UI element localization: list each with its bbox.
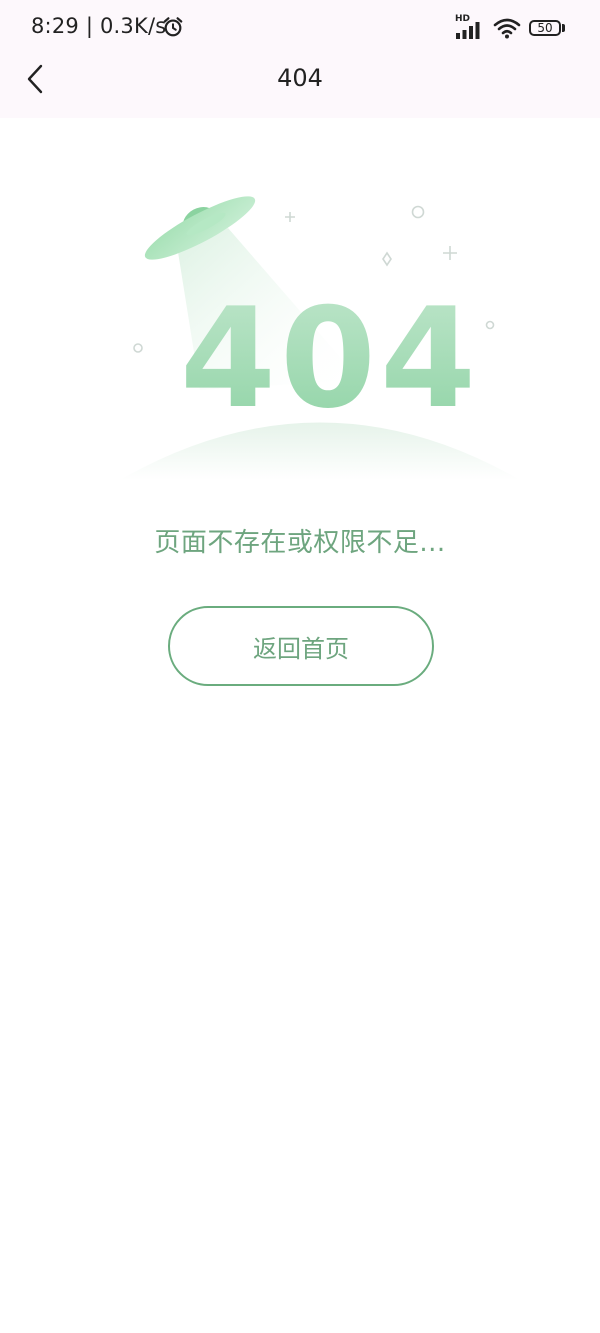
alarm-clock-icon [163,17,183,37]
status-indicators: HD 50 [455,14,567,41]
battery-icon: 50 [529,18,567,38]
error-message: 页面不存在或权限不足... [154,528,446,558]
wifi-icon [493,18,521,39]
battery-level: 50 [529,20,561,36]
status-bar: 8:29 | 0.3K/s HD 50 [0,0,600,56]
back-to-home-button[interactable]: 返回首页 [168,606,434,686]
not-found-illustration: 404 [120,196,520,480]
page-title: 404 [277,64,323,92]
error-code-graphic: 404 [180,278,480,439]
status-time: 8:29 | 0.3K/s [31,14,167,38]
cellular-signal-icon: HD [455,14,485,40]
navigation-bar: 404 [0,56,600,102]
